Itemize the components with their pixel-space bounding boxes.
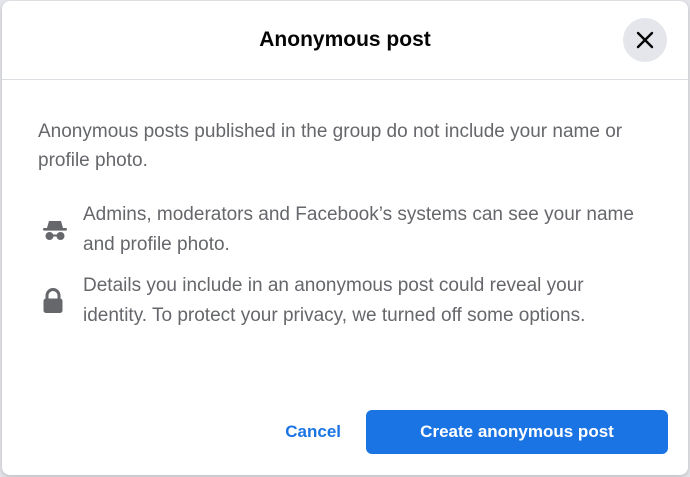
create-anonymous-post-button[interactable]: Create anonymous post xyxy=(366,410,668,454)
intro-text: Anonymous posts published in the group d… xyxy=(38,121,623,171)
info-text-visibility: Admins, moderators and Facebook’s system… xyxy=(83,204,634,255)
close-button[interactable] xyxy=(623,18,667,62)
info-text-privacy: Details you include in an anonymous post… xyxy=(83,275,586,326)
dialog-header: Anonymous post xyxy=(2,1,688,80)
close-icon xyxy=(636,31,654,49)
dialog-body: Anonymous posts published in the group d… xyxy=(2,80,688,331)
incognito-icon xyxy=(38,219,78,241)
cancel-button[interactable]: Cancel xyxy=(273,412,353,452)
dialog-title: Anonymous post xyxy=(259,27,431,51)
dialog-footer: Cancel Create anonymous post xyxy=(273,410,668,454)
info-row-privacy: Details you include in an anonymous post… xyxy=(38,271,652,331)
lock-icon xyxy=(38,288,78,314)
info-row-visibility: Admins, moderators and Facebook’s system… xyxy=(38,200,652,260)
anonymous-post-dialog: Anonymous post Anonymous posts published… xyxy=(2,1,688,475)
